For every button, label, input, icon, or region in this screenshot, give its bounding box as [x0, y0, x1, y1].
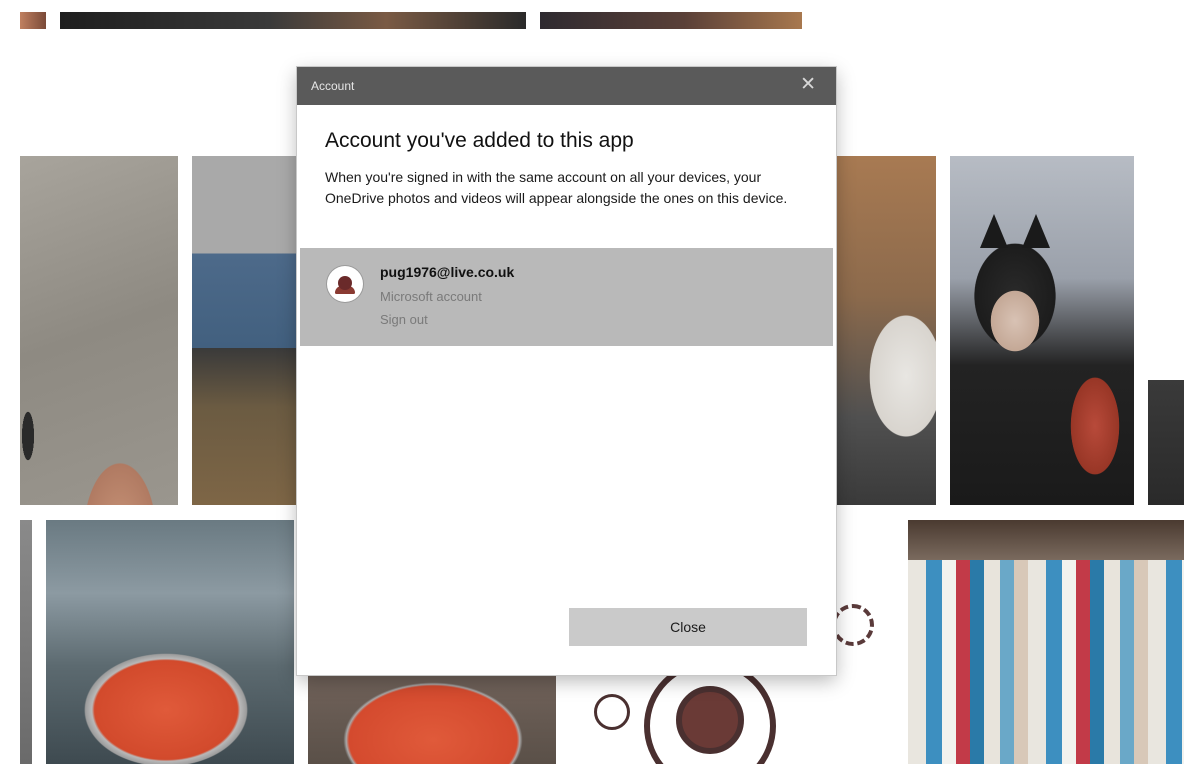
photo-tile[interactable] [46, 520, 294, 764]
photo-tile[interactable] [60, 12, 526, 29]
photo-tile[interactable] [20, 156, 178, 505]
photo-detail [594, 694, 630, 730]
dialog-description: When you're signed in with the same acco… [325, 169, 788, 206]
photo-tile[interactable] [950, 156, 1134, 505]
account-list-item[interactable]: pug1976@live.co.uk Microsoft account Sig… [300, 248, 833, 346]
photo-detail [980, 214, 1008, 248]
account-dialog: Account ✕ Account you've added to this a… [297, 67, 836, 675]
photo-tile[interactable] [20, 12, 46, 29]
photo-detail [1022, 214, 1050, 248]
avatar [327, 266, 363, 302]
avatar-head [338, 276, 352, 290]
photo-detail [832, 604, 874, 646]
dialog-heading: Account you've added to this app [325, 129, 634, 152]
photo-detail [676, 686, 744, 754]
photo-tile[interactable] [1148, 380, 1184, 505]
photo-tile[interactable] [908, 520, 1184, 764]
sign-out-link[interactable]: Sign out [380, 312, 428, 327]
dialog-titlebar: Account ✕ [297, 67, 836, 105]
photo-tile[interactable] [540, 12, 802, 29]
photo-tile[interactable] [192, 156, 296, 505]
account-type: Microsoft account [380, 289, 482, 304]
close-button[interactable]: Close [569, 608, 807, 646]
close-icon[interactable]: ✕ [800, 74, 816, 96]
dialog-title: Account [311, 79, 355, 93]
photo-tile[interactable] [836, 156, 936, 505]
account-email: pug1976@live.co.uk [380, 264, 515, 280]
photo-tile[interactable] [20, 520, 32, 764]
